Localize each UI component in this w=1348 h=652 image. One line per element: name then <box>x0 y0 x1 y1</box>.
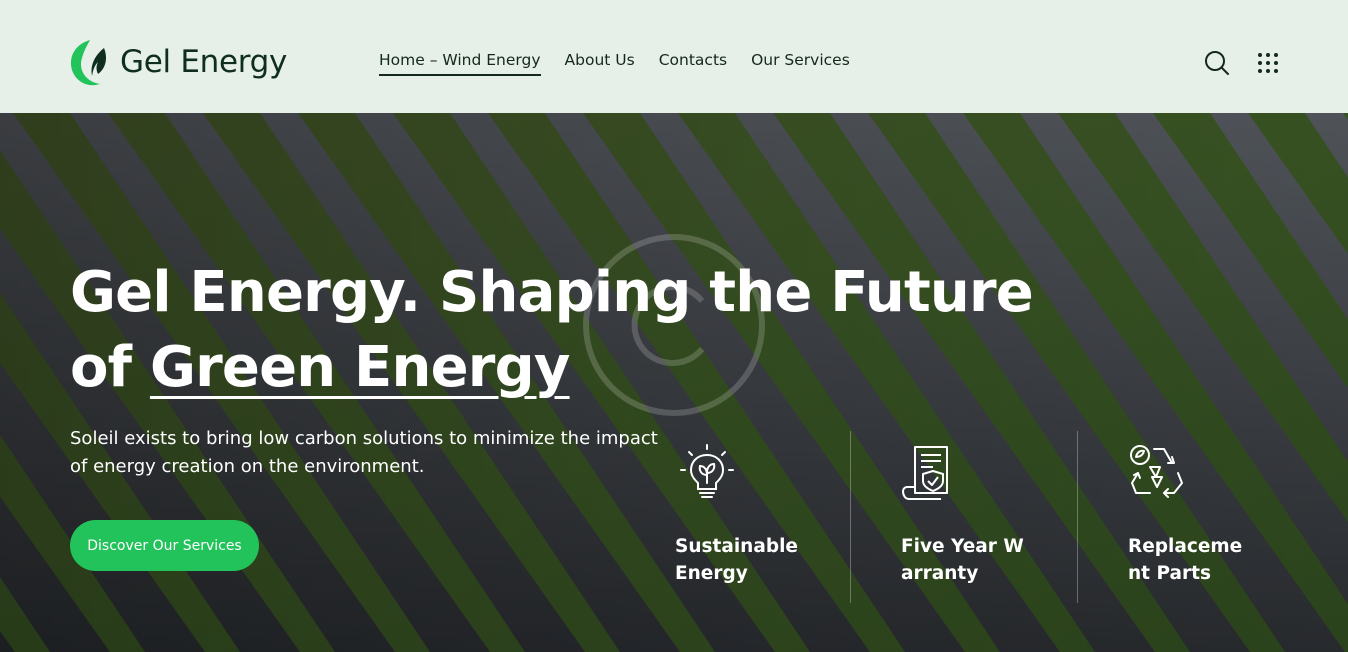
feature-divider <box>1077 431 1078 603</box>
feature-replacement-parts: Replacement Parts <box>1128 443 1308 587</box>
hero-title-highlight: Green Energy <box>149 335 570 400</box>
hero-title: Gel Energy. Shaping the Future of Green … <box>70 255 1050 405</box>
feature-label: Five Year Warranty <box>901 536 1024 584</box>
grid-menu-icon[interactable] <box>1257 52 1279 74</box>
brand-logo[interactable]: Gel Energy <box>68 36 287 88</box>
hero-title-line1: Gel Energy. Shaping the Future <box>70 260 1034 325</box>
brand-name: Gel Energy <box>120 44 288 80</box>
feature-label: Replacement Parts <box>1128 536 1243 584</box>
brand-leaf-icon <box>70 40 106 86</box>
nav-item-contacts[interactable]: Contacts <box>659 51 727 76</box>
nav-item-services[interactable]: Our Services <box>751 51 850 76</box>
warranty-document-icon <box>902 446 948 500</box>
discover-services-button[interactable]: Discover Our Services <box>70 520 259 571</box>
hero-section: Gel Energy. Shaping the Future of Green … <box>0 113 1348 652</box>
lightbulb-leaf-icon <box>680 444 734 498</box>
hero-description: Soleil exists to bring low carbon soluti… <box>70 428 658 477</box>
nav-item-home[interactable]: Home – Wind Energy <box>379 51 541 76</box>
main-nav: Home – Wind Energy About Us Contacts Our… <box>379 51 850 76</box>
nav-item-about[interactable]: About Us <box>565 51 635 76</box>
feature-divider <box>850 431 851 603</box>
feature-warranty: Five Year Warranty <box>901 443 1081 587</box>
recycle-parts-icon <box>1130 445 1183 498</box>
search-icon[interactable] <box>1204 50 1230 76</box>
feature-sustainable-energy: Sustainable Energy <box>675 443 855 587</box>
hero-title-line2-prefix: of <box>70 335 150 400</box>
site-header: Gel Energy Home – Wind Energy About Us C… <box>0 0 1348 113</box>
feature-label: Sustainable Energy <box>675 536 798 584</box>
